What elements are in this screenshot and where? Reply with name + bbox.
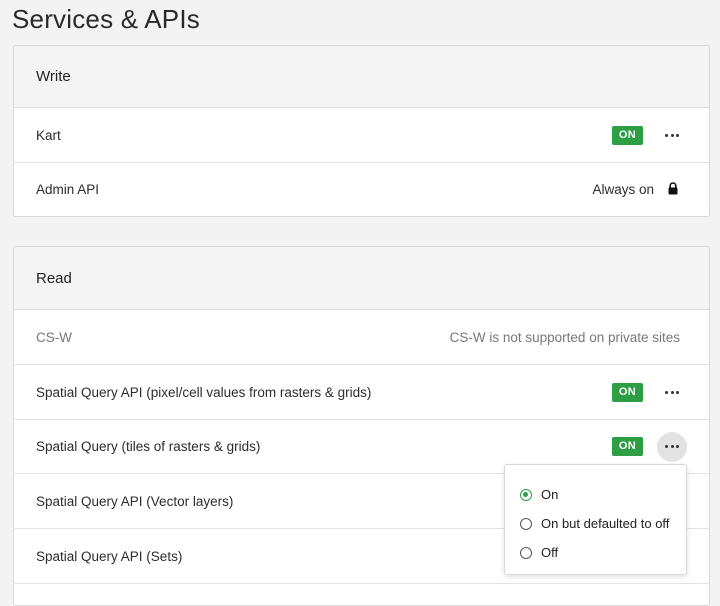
read-section-title: Read [36,269,72,287]
more-horizontal-icon [665,445,679,448]
read-section-header: Read [14,247,709,310]
status-badge: ON [611,125,643,145]
option-label: On but defaulted to off [541,516,670,531]
service-label: Spatial Query API (pixel/cell values fro… [36,384,372,400]
service-row-spatial-query-pixel: Spatial Query API (pixel/cell values fro… [14,365,709,420]
service-row-kart: Kart ON [14,108,709,163]
option-on-defaulted-off[interactable]: On but defaulted to off [505,509,686,538]
status-badge: ON [611,437,643,456]
service-label: Kart [36,127,61,143]
status-dropdown-menu: On On but defaulted to off Off [504,464,687,575]
option-on[interactable]: On [505,480,686,509]
option-off[interactable]: Off [505,538,686,567]
service-label: Spatial Query API (Sets) [36,548,183,564]
more-options-button[interactable] [657,431,687,462]
radio-unchecked-icon[interactable] [520,517,532,530]
page-title: Services & APIs [12,4,200,34]
radio-checked-icon[interactable] [520,488,532,501]
option-label: Off [541,545,559,560]
status-badge: ON [611,382,643,402]
lock-icon [668,181,678,198]
more-horizontal-icon [665,390,679,394]
write-section-title: Write [36,68,71,85]
more-horizontal-icon [665,133,679,137]
status-text: Always on [592,182,654,197]
service-label: Admin API [36,182,100,197]
option-label: On [541,487,559,502]
unsupported-note: CS-W is not supported on private sites [449,329,680,345]
write-section: Write Kart ON Admin API Always on [13,45,710,217]
service-label: Spatial Query API (Vector layers) [36,493,234,509]
more-options-button[interactable] [657,377,687,407]
more-options-button[interactable] [657,120,687,150]
service-row-partial [14,584,709,605]
write-section-header: Write [14,46,709,108]
radio-unchecked-icon[interactable] [520,546,532,559]
service-row-admin-api: Admin API Always on [14,163,709,216]
service-row-cs-w: CS-W CS-W is not supported on private si… [14,310,709,365]
service-label: CS-W [36,329,72,345]
service-label: Spatial Query (tiles of rasters & grids) [36,439,261,454]
